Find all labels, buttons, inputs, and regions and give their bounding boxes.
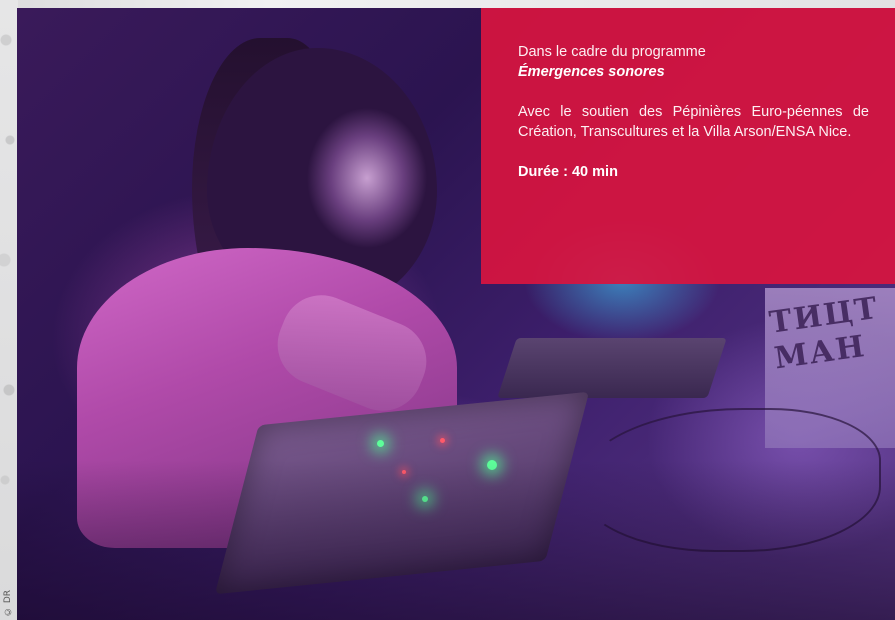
mixer-device (497, 338, 727, 398)
grunge-edge (0, 0, 18, 620)
led-green-2 (377, 440, 384, 447)
floor-shadow (17, 460, 895, 620)
photo-credit: © DR (3, 589, 13, 616)
program-intro: Dans le cadre du programme (518, 44, 706, 60)
led-red-1 (440, 438, 445, 443)
wall-graffiti: ТИЦТ МАН (767, 290, 882, 377)
support-text: Avec le soutien des Pépinières Euro-péen… (518, 104, 869, 140)
info-panel: Dans le cadre du programme Émergences so… (481, 8, 895, 284)
program-block: Dans le cadre du programme Émergences so… (518, 42, 869, 82)
program-name: Émergences sonores (518, 64, 665, 80)
page: © DR ТИЦТ МАН Dans le cadre du programme… (0, 0, 895, 620)
duration: Durée : 40 min (518, 164, 618, 180)
